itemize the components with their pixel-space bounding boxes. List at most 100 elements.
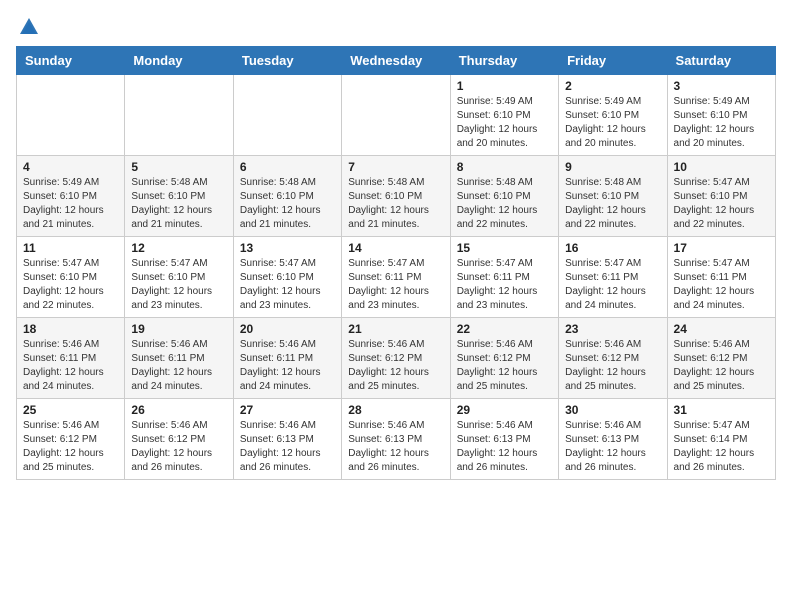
day-number: 26: [131, 403, 226, 417]
calendar-cell: 28Sunrise: 5:46 AM Sunset: 6:13 PM Dayli…: [342, 399, 450, 480]
day-info: Sunrise: 5:48 AM Sunset: 6:10 PM Dayligh…: [565, 176, 660, 232]
calendar-cell: 23 Sunrise: 5:46 AM Sunset: 6:12 PM Dayli…: [559, 318, 667, 399]
day-info: Sunrise: 5:48 AM Sunset: 6:10 PM Dayligh…: [131, 176, 226, 232]
day-info: Sunrise: 5:47 AM Sunset: 6:11 PM Dayligh…: [674, 257, 769, 313]
day-info: Sunrise: 5:46 AM Sunset: 6:12 PM Dayligh…: [131, 419, 226, 475]
calendar-cell: 17 Sunrise: 5:47 AM Sunset: 6:11 PM Dayli…: [667, 237, 775, 318]
day-number: 20: [240, 322, 335, 336]
day-info: Sunrise: 5:46 AM Sunset: 6:12 PM Dayligh…: [565, 338, 660, 394]
day-number: 9: [565, 160, 660, 174]
day-info: Sunrise: 5:48 AM Sunset: 6:10 PM Dayligh…: [348, 176, 443, 232]
calendar-cell: 18 Sunrise: 5:46 AM Sunset: 6:11 PM Dayli…: [17, 318, 125, 399]
day-number: 6: [240, 160, 335, 174]
calendar-cell: [233, 75, 341, 156]
calendar-week-row: 25 Sunrise: 5:46 AM Sunset: 6:12 PM Dayli…: [17, 399, 776, 480]
day-number: 22: [457, 322, 552, 336]
day-info: Sunrise: 5:47 AM Sunset: 6:11 PM Dayligh…: [565, 257, 660, 313]
day-info: Sunrise: 5:49 AM Sunset: 6:10 PM Dayligh…: [23, 176, 118, 232]
calendar-cell: 15 Sunrise: 5:47 AM Sunset: 6:11 PM Dayli…: [450, 237, 558, 318]
day-header-sunday: Sunday: [17, 47, 125, 75]
calendar-cell: 4 Sunrise: 5:49 AM Sunset: 6:10 PM Daylig…: [17, 156, 125, 237]
calendar-table: SundayMondayTuesdayWednesdayThursdayFrid…: [16, 46, 776, 480]
day-header-friday: Friday: [559, 47, 667, 75]
day-number: 30: [565, 403, 660, 417]
calendar-cell: 9 Sunrise: 5:48 AM Sunset: 6:10 PM Daylig…: [559, 156, 667, 237]
day-info: Sunrise: 5:46 AM Sunset: 6:13 PM Dayligh…: [565, 419, 660, 475]
day-info: Sunrise: 5:47 AM Sunset: 6:10 PM Dayligh…: [131, 257, 226, 313]
calendar-week-row: 1 Sunrise: 5:49 AM Sunset: 6:10 PM Daylig…: [17, 75, 776, 156]
day-info: Sunrise: 5:47 AM Sunset: 6:14 PM Dayligh…: [674, 419, 769, 475]
day-number: 13: [240, 241, 335, 255]
day-number: 2: [565, 79, 660, 93]
day-number: 3: [674, 79, 769, 93]
calendar-cell: 26 Sunrise: 5:46 AM Sunset: 6:12 PM Dayli…: [125, 399, 233, 480]
day-info: Sunrise: 5:47 AM Sunset: 6:11 PM Dayligh…: [457, 257, 552, 313]
day-info: Sunrise: 5:46 AM Sunset: 6:13 PM Dayligh…: [240, 419, 335, 475]
day-number: 1: [457, 79, 552, 93]
day-info: Sunrise: 5:47 AM Sunset: 6:10 PM Dayligh…: [674, 176, 769, 232]
calendar-cell: [125, 75, 233, 156]
logo: [16, 16, 40, 38]
day-header-thursday: Thursday: [450, 47, 558, 75]
calendar-cell: 21 Sunrise: 5:46 AM Sunset: 6:12 PM Dayli…: [342, 318, 450, 399]
day-info: Sunrise: 5:48 AM Sunset: 6:10 PM Dayligh…: [240, 176, 335, 232]
day-number: 18: [23, 322, 118, 336]
day-info: Sunrise: 5:46 AM Sunset: 6:12 PM Dayligh…: [674, 338, 769, 394]
calendar-cell: 10Sunrise: 5:47 AM Sunset: 6:10 PM Dayli…: [667, 156, 775, 237]
calendar-cell: 16 Sunrise: 5:47 AM Sunset: 6:11 PM Dayli…: [559, 237, 667, 318]
day-number: 23: [565, 322, 660, 336]
calendar-cell: 7Sunrise: 5:48 AM Sunset: 6:10 PM Daylig…: [342, 156, 450, 237]
day-number: 17: [674, 241, 769, 255]
day-info: Sunrise: 5:46 AM Sunset: 6:12 PM Dayligh…: [348, 338, 443, 394]
day-number: 12: [131, 241, 226, 255]
calendar-cell: 1 Sunrise: 5:49 AM Sunset: 6:10 PM Daylig…: [450, 75, 558, 156]
day-number: 24: [674, 322, 769, 336]
calendar-header-row: SundayMondayTuesdayWednesdayThursdayFrid…: [17, 47, 776, 75]
day-number: 16: [565, 241, 660, 255]
calendar-cell: 5 Sunrise: 5:48 AM Sunset: 6:10 PM Daylig…: [125, 156, 233, 237]
day-header-monday: Monday: [125, 47, 233, 75]
calendar-cell: 27 Sunrise: 5:46 AM Sunset: 6:13 PM Dayli…: [233, 399, 341, 480]
calendar-cell: 25 Sunrise: 5:46 AM Sunset: 6:12 PM Dayli…: [17, 399, 125, 480]
day-info: Sunrise: 5:46 AM Sunset: 6:12 PM Dayligh…: [457, 338, 552, 394]
calendar-cell: 14Sunrise: 5:47 AM Sunset: 6:11 PM Dayli…: [342, 237, 450, 318]
calendar-week-row: 4 Sunrise: 5:49 AM Sunset: 6:10 PM Daylig…: [17, 156, 776, 237]
day-number: 15: [457, 241, 552, 255]
day-info: Sunrise: 5:49 AM Sunset: 6:10 PM Dayligh…: [565, 95, 660, 151]
day-number: 14: [348, 241, 443, 255]
day-header-saturday: Saturday: [667, 47, 775, 75]
day-number: 19: [131, 322, 226, 336]
calendar-cell: 13 Sunrise: 5:47 AM Sunset: 6:10 PM Dayli…: [233, 237, 341, 318]
calendar-cell: [342, 75, 450, 156]
day-info: Sunrise: 5:49 AM Sunset: 6:10 PM Dayligh…: [674, 95, 769, 151]
calendar-cell: 8Sunrise: 5:48 AM Sunset: 6:10 PM Daylig…: [450, 156, 558, 237]
day-info: Sunrise: 5:46 AM Sunset: 6:11 PM Dayligh…: [240, 338, 335, 394]
day-info: Sunrise: 5:48 AM Sunset: 6:10 PM Dayligh…: [457, 176, 552, 232]
day-info: Sunrise: 5:46 AM Sunset: 6:11 PM Dayligh…: [23, 338, 118, 394]
day-info: Sunrise: 5:46 AM Sunset: 6:12 PM Dayligh…: [23, 419, 118, 475]
day-info: Sunrise: 5:47 AM Sunset: 6:10 PM Dayligh…: [23, 257, 118, 313]
logo-icon: [18, 16, 40, 38]
calendar-cell: 12 Sunrise: 5:47 AM Sunset: 6:10 PM Dayli…: [125, 237, 233, 318]
day-number: 28: [348, 403, 443, 417]
calendar-week-row: 18 Sunrise: 5:46 AM Sunset: 6:11 PM Dayli…: [17, 318, 776, 399]
day-number: 11: [23, 241, 118, 255]
page-header: [16, 16, 776, 38]
calendar-cell: 22 Sunrise: 5:46 AM Sunset: 6:12 PM Dayli…: [450, 318, 558, 399]
calendar-cell: 3 Sunrise: 5:49 AM Sunset: 6:10 PM Daylig…: [667, 75, 775, 156]
day-number: 21: [348, 322, 443, 336]
day-number: 5: [131, 160, 226, 174]
day-info: Sunrise: 5:49 AM Sunset: 6:10 PM Dayligh…: [457, 95, 552, 151]
day-number: 31: [674, 403, 769, 417]
day-number: 29: [457, 403, 552, 417]
day-number: 4: [23, 160, 118, 174]
calendar-cell: 11 Sunrise: 5:47 AM Sunset: 6:10 PM Dayli…: [17, 237, 125, 318]
calendar-cell: 20 Sunrise: 5:46 AM Sunset: 6:11 PM Dayli…: [233, 318, 341, 399]
day-number: 27: [240, 403, 335, 417]
day-info: Sunrise: 5:47 AM Sunset: 6:10 PM Dayligh…: [240, 257, 335, 313]
day-header-tuesday: Tuesday: [233, 47, 341, 75]
calendar-cell: 29 Sunrise: 5:46 AM Sunset: 6:13 PM Dayli…: [450, 399, 558, 480]
day-number: 25: [23, 403, 118, 417]
day-info: Sunrise: 5:46 AM Sunset: 6:13 PM Dayligh…: [457, 419, 552, 475]
calendar-cell: 24 Sunrise: 5:46 AM Sunset: 6:12 PM Dayli…: [667, 318, 775, 399]
